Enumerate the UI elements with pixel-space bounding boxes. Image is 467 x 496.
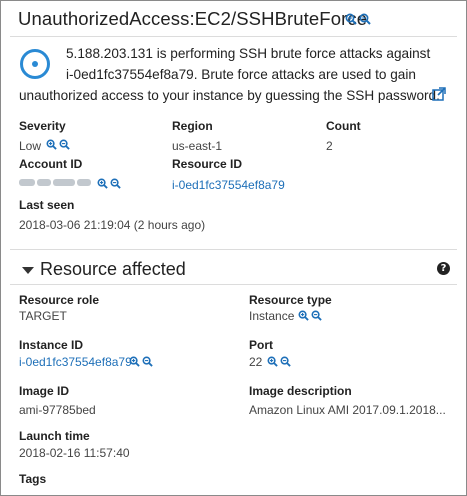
description-line-1: 5.188.203.131 is performing SSH brute fo… [66, 46, 431, 61]
description-line-3: unauthorized access to your instance by … [19, 88, 440, 103]
severity-value: Low [19, 139, 42, 153]
severity-zoom-controls [46, 139, 70, 150]
count-value: 2 [326, 139, 333, 153]
account-id-label: Account ID [19, 157, 83, 171]
last-seen-label: Last seen [19, 198, 75, 212]
account-id-redacted [19, 177, 91, 188]
zoom-in-icon[interactable] [298, 310, 309, 321]
resource-affected-title[interactable]: Resource affected [40, 259, 186, 280]
port-value: 22 [249, 355, 263, 369]
port-zoom-controls [267, 356, 291, 367]
title-divider [10, 36, 457, 37]
external-link-icon[interactable] [432, 87, 446, 101]
region-value: us-east-1 [172, 139, 223, 153]
resource-id-link[interactable]: i-0ed1fc37554ef8a79 [172, 178, 285, 192]
instance-id-label: Instance ID [19, 338, 84, 352]
account-zoom-controls [97, 178, 121, 189]
resource-id-label: Resource ID [172, 157, 243, 171]
zoom-out-icon[interactable] [311, 310, 322, 321]
last-seen-value: 2018-03-06 21:19:04 (2 hours ago) [19, 218, 206, 232]
resource-role-label: Resource role [19, 293, 100, 307]
image-id-label: Image ID [19, 384, 70, 398]
resource-header-divider [10, 284, 457, 285]
resource-role-value: TARGET [19, 309, 67, 323]
region-label: Region [172, 119, 213, 133]
image-description-label: Image description [249, 384, 352, 398]
instance-id-zoom-controls [129, 356, 153, 367]
resource-type-value: Instance [249, 309, 295, 323]
help-icon[interactable]: ? [437, 262, 450, 275]
caret-down-icon[interactable] [22, 267, 34, 274]
zoom-in-icon[interactable] [267, 356, 278, 367]
launch-time-label: Launch time [19, 429, 90, 443]
launch-time-value: 2018-02-16 11:57:40 [19, 446, 130, 460]
finding-title: UnauthorizedAccess:EC2/SSHBruteForce [18, 8, 368, 29]
count-label: Count [326, 119, 361, 133]
section-divider [10, 249, 457, 250]
port-label: Port [249, 338, 273, 352]
zoom-out-icon[interactable] [280, 356, 291, 367]
resource-type-label: Resource type [249, 293, 332, 307]
zoom-in-icon[interactable] [97, 178, 108, 189]
zoom-out-icon[interactable] [142, 356, 153, 367]
zoom-in-icon[interactable] [129, 356, 140, 367]
zoom-out-icon[interactable] [59, 139, 70, 150]
image-id-value: ami-97785bed [19, 403, 96, 417]
tags-label: Tags [19, 472, 47, 486]
image-description-value: Amazon Linux AMI 2017.09.1.2018... [249, 403, 446, 417]
severity-label: Severity [19, 119, 66, 133]
zoom-out-icon[interactable] [359, 13, 371, 25]
status-circle-icon [20, 49, 50, 79]
resource-type-zoom-controls [298, 310, 322, 321]
finding-panel: UnauthorizedAccess:EC2/SSHBruteForce 5.1… [0, 0, 467, 496]
zoom-in-icon[interactable] [46, 139, 57, 150]
zoom-out-icon[interactable] [110, 178, 121, 189]
instance-id-link[interactable]: i-0ed1fc37554ef8a79 [19, 355, 132, 369]
description-line-2: i-0ed1fc37554ef8a79. Brute force attacks… [66, 67, 416, 82]
title-zoom-controls [345, 13, 371, 25]
zoom-in-icon[interactable] [345, 13, 357, 25]
